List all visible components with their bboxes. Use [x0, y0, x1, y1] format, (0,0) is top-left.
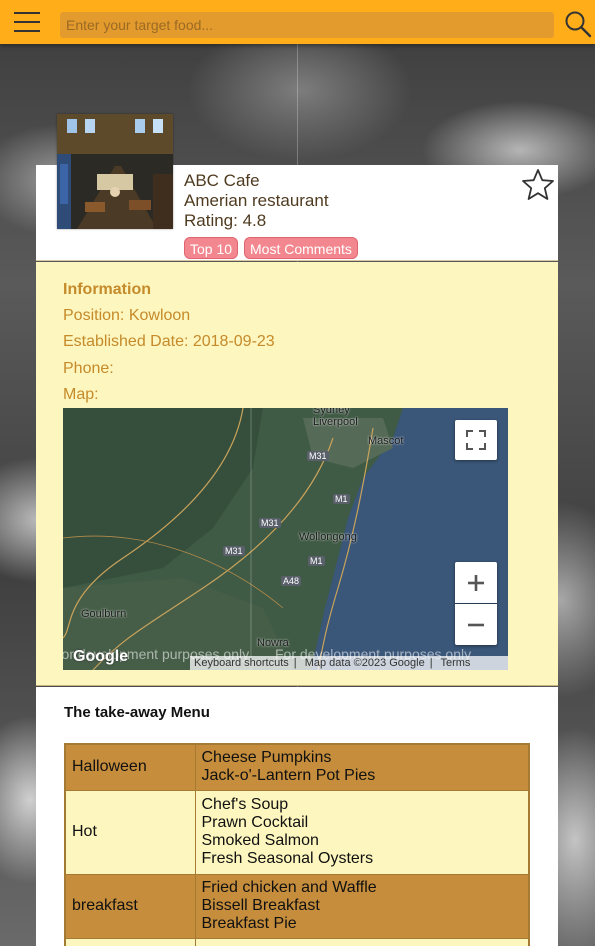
google-map[interactable]: Sydney Liverpool Mascot Wollongong Goulb…	[63, 408, 508, 670]
menu-item: Chef's Soup	[201, 796, 289, 813]
road-label: M1	[333, 494, 350, 504]
menu-item: Bissell Breakfast	[201, 897, 320, 914]
terms-link[interactable]: Terms	[440, 657, 470, 669]
table-row: Hot Chef's Soup Prawn Cocktail Smoked Sa…	[64, 789, 530, 875]
information-card: Information Position: Kowloon Establishe…	[36, 262, 558, 686]
established-date-text: Established Date: 2018-09-23	[63, 333, 275, 350]
menu-category: Halloween	[64, 743, 196, 791]
fullscreen-button[interactable]	[455, 420, 497, 460]
map-place-mascot: Mascot	[368, 435, 404, 447]
fullscreen-icon	[466, 430, 486, 450]
menu-item: Jack-o'-Lantern Pot Pies	[201, 767, 376, 785]
menu-title: The take-away Menu	[64, 704, 210, 721]
zoom-out-button[interactable]	[455, 604, 497, 645]
menu-item: Prawn Cocktail	[201, 814, 309, 831]
menu-item: Fried chicken and Waffle	[201, 879, 377, 896]
menu-item: Fresh Seasonal Oysters	[201, 850, 374, 867]
plus-icon	[468, 574, 484, 591]
menu-item: Cheese Pumpkins	[201, 749, 332, 767]
menu-items-cell: Cheese Pumpkins Jack-o'-Lantern Pot Pies	[194, 743, 530, 791]
menu-items-cell: Fried chicken and Waffle Bissell Breakfa…	[194, 873, 530, 939]
phone-text: Phone:	[63, 360, 114, 377]
search-input[interactable]	[60, 12, 554, 38]
star-outline-icon[interactable]	[521, 168, 555, 202]
map-place-wollongong: Wollongong	[299, 531, 357, 543]
road-label: M31	[223, 546, 245, 556]
map-label: Map:	[63, 386, 99, 403]
menu-item: Smoked Salmon	[201, 832, 319, 849]
road-label: M31	[307, 451, 329, 461]
search-icon[interactable]	[564, 10, 592, 38]
map-attribution: Keyboard shortcuts | Map data ©2023 Googl…	[190, 656, 508, 670]
takeaway-menu-card: The take-away Menu Halloween Cheese Pump…	[36, 687, 558, 946]
tag-most-comments[interactable]: Most Comments	[244, 237, 358, 259]
top-bar	[0, 0, 595, 44]
restaurant-name: ABC Cafe	[184, 171, 260, 190]
road-label: A48	[281, 576, 302, 586]
menu-table: Halloween Cheese Pumpkins Jack-o'-Lanter…	[64, 743, 530, 946]
position-text: Position: Kowloon	[63, 307, 191, 324]
menu-item: Breakfast Pie	[201, 915, 297, 932]
road-label: M1	[308, 556, 325, 566]
map-place-sydney: Sydney	[313, 408, 350, 416]
menu-items-cell	[194, 937, 530, 946]
tag-top-10[interactable]: Top 10	[184, 237, 239, 259]
restaurant-type: Amerian restaurant	[184, 191, 329, 210]
hamburger-menu-icon[interactable]	[14, 12, 40, 34]
restaurant-photo	[57, 114, 173, 229]
table-row: breakfast Fried chicken and Waffle Bisse…	[64, 873, 530, 939]
table-row	[64, 937, 530, 946]
keyboard-shortcuts-link[interactable]: Keyboard shortcuts	[194, 657, 289, 669]
table-row: Halloween Cheese Pumpkins Jack-o'-Lanter…	[64, 743, 530, 791]
information-title: Information	[63, 281, 151, 298]
restaurant-rating: Rating: 4.8	[184, 211, 267, 230]
map-place-liverpool: Liverpool	[313, 416, 358, 428]
google-logo[interactable]: Google	[73, 648, 128, 666]
menu-items-cell: Chef's Soup Prawn Cocktail Smoked Salmon…	[194, 789, 530, 875]
minus-icon	[468, 623, 484, 626]
zoom-in-button[interactable]	[455, 562, 497, 603]
road-label: M31	[259, 518, 281, 528]
menu-category: breakfast	[64, 873, 196, 939]
menu-category	[64, 937, 196, 946]
map-data-text: Map data ©2023 Google	[304, 657, 425, 669]
menu-category: Hot	[64, 789, 196, 875]
map-place-goulburn: Goulburn	[81, 608, 127, 620]
